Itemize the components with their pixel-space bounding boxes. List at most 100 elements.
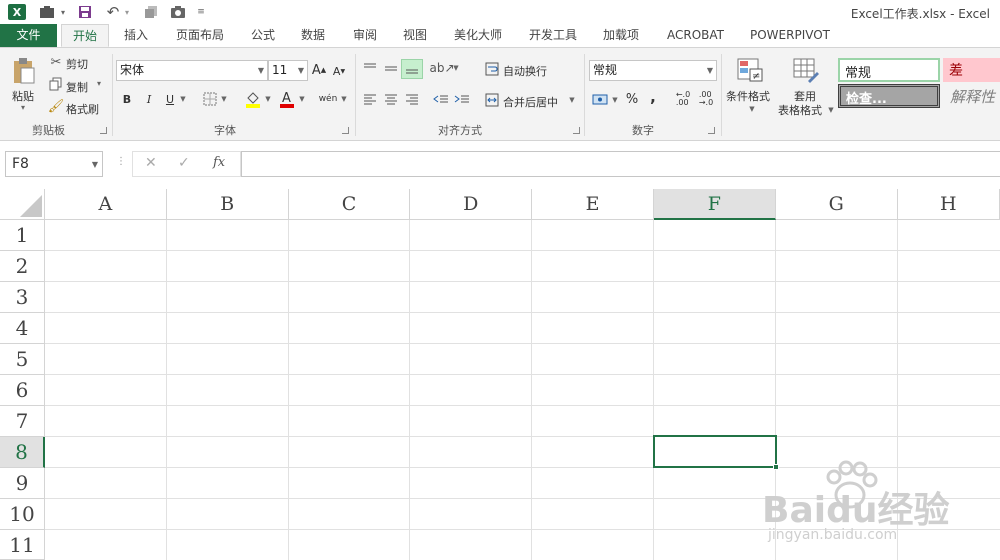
copy-icon[interactable] bbox=[48, 76, 64, 92]
touch-mode-dropdown-icon[interactable]: ▾ bbox=[58, 3, 68, 21]
number-launcher-icon[interactable] bbox=[708, 127, 715, 134]
tab-file[interactable]: 文件 bbox=[0, 24, 57, 47]
insert-function-icon[interactable]: fx bbox=[213, 155, 225, 170]
borders-icon[interactable] bbox=[202, 91, 218, 107]
column-header-e[interactable]: E bbox=[532, 189, 654, 220]
column-header-a[interactable]: A bbox=[45, 189, 167, 220]
scissors-icon[interactable]: ✂ bbox=[48, 54, 64, 70]
underline-button[interactable]: U bbox=[163, 91, 177, 107]
accounting-dropdown-icon[interactable]: ▼ bbox=[611, 94, 619, 106]
row-header-3[interactable]: 3 bbox=[0, 282, 45, 313]
save-icon[interactable] bbox=[76, 3, 94, 21]
camera-icon[interactable] bbox=[168, 3, 188, 21]
phonetic-dropdown-icon[interactable]: ▼ bbox=[340, 93, 348, 105]
align-middle-icon[interactable] bbox=[382, 60, 400, 76]
column-header-h[interactable]: H bbox=[897, 189, 1000, 220]
row-header-10[interactable]: 10 bbox=[0, 499, 45, 530]
customize-qat-icon[interactable]: ≡ bbox=[196, 3, 206, 21]
decrease-indent-icon[interactable] bbox=[432, 91, 450, 107]
borders-dropdown-icon[interactable]: ▼ bbox=[220, 93, 228, 105]
format-painter-icon[interactable]: 🖌 bbox=[48, 98, 65, 114]
bold-button[interactable]: B bbox=[120, 91, 134, 107]
tab-formulas[interactable]: 公式 bbox=[251, 24, 275, 47]
tab-data[interactable]: 数据 bbox=[301, 24, 325, 47]
clipboard-launcher-icon[interactable] bbox=[100, 127, 107, 134]
alignment-launcher-icon[interactable] bbox=[573, 127, 580, 134]
paste-dropdown-icon[interactable]: ▾ bbox=[21, 103, 25, 112]
row-header-1[interactable]: 1 bbox=[0, 220, 45, 251]
paste-label[interactable]: 粘贴 bbox=[12, 88, 34, 104]
font-size-combo[interactable]: 11 ▼ bbox=[268, 60, 308, 81]
increase-indent-icon[interactable] bbox=[453, 91, 471, 107]
format-as-table-icon[interactable] bbox=[791, 56, 821, 84]
format-as-table-line2[interactable]: 表格格式 bbox=[778, 102, 822, 118]
tab-developer[interactable]: 开发工具 bbox=[529, 24, 577, 47]
row-header-2[interactable]: 2 bbox=[0, 251, 45, 282]
copy-dropdown-icon[interactable]: ▾ bbox=[97, 79, 101, 88]
comma-button[interactable]: , bbox=[646, 88, 660, 106]
align-left-icon[interactable] bbox=[361, 91, 379, 107]
orientation-icon[interactable]: ab↗ bbox=[429, 60, 454, 76]
style-check-cell[interactable]: 检查... bbox=[838, 84, 940, 108]
tab-insert[interactable]: 插入 bbox=[124, 24, 148, 47]
conditional-formatting-button[interactable]: 条件格式 bbox=[726, 88, 770, 104]
accounting-format-icon[interactable] bbox=[591, 91, 609, 107]
increase-decimal-icon[interactable]: ←.0.00 bbox=[674, 90, 692, 108]
tab-view[interactable]: 视图 bbox=[403, 24, 427, 47]
wrap-text-button[interactable]: 自动换行 bbox=[503, 63, 547, 79]
undo-dropdown-icon[interactable]: ▾ bbox=[122, 3, 132, 21]
tab-page-layout[interactable]: 页面布局 bbox=[176, 24, 224, 47]
merge-dropdown-icon[interactable]: ▼ bbox=[568, 94, 576, 106]
row-header-6[interactable]: 6 bbox=[0, 375, 45, 406]
font-name-combo[interactable]: 宋体 ▼ bbox=[116, 60, 268, 81]
percent-button[interactable]: % bbox=[624, 91, 640, 107]
paste-icon[interactable] bbox=[10, 56, 38, 86]
tab-home[interactable]: 开始 bbox=[61, 24, 109, 47]
tab-powerpivot[interactable]: POWERPIVOT bbox=[750, 24, 830, 47]
copy-window-icon[interactable] bbox=[142, 3, 160, 21]
decrease-font-icon[interactable]: A ▼ bbox=[332, 64, 346, 78]
underline-dropdown-icon[interactable]: ▼ bbox=[179, 93, 187, 105]
style-explanatory[interactable]: 解释性 bbox=[946, 84, 1000, 108]
format-painter-button[interactable]: 格式刷 bbox=[66, 101, 99, 117]
italic-button[interactable]: I bbox=[142, 91, 156, 107]
orientation-dropdown-icon[interactable]: ▼ bbox=[452, 62, 460, 74]
wrap-text-icon[interactable] bbox=[484, 61, 500, 77]
cut-button[interactable]: 剪切 bbox=[66, 56, 88, 72]
name-box[interactable]: F8 ▼ bbox=[5, 151, 103, 177]
tab-addins[interactable]: 加载项 bbox=[603, 24, 639, 47]
row-header-11[interactable]: 11 bbox=[0, 530, 45, 560]
tab-review[interactable]: 审阅 bbox=[353, 24, 377, 47]
row-header-7[interactable]: 7 bbox=[0, 406, 45, 437]
number-format-combo[interactable]: 常规 ▼ bbox=[589, 60, 717, 81]
tab-beautify-master[interactable]: 美化大师 bbox=[454, 24, 502, 47]
font-launcher-icon[interactable] bbox=[342, 127, 349, 134]
merge-center-icon[interactable] bbox=[484, 92, 500, 108]
align-center-icon[interactable] bbox=[382, 91, 400, 107]
style-normal[interactable]: 常规 bbox=[838, 58, 940, 82]
column-header-g[interactable]: G bbox=[775, 189, 898, 220]
align-bottom-icon[interactable] bbox=[401, 59, 423, 79]
fill-color-icon[interactable] bbox=[244, 89, 262, 109]
enter-icon[interactable]: ✓ bbox=[178, 155, 190, 171]
format-as-table-dropdown-icon[interactable]: ▼ bbox=[827, 104, 835, 116]
increase-font-icon[interactable]: A ▲ bbox=[312, 62, 326, 78]
column-header-d[interactable]: D bbox=[410, 189, 533, 220]
conditional-formatting-icon[interactable]: ≠ bbox=[735, 56, 765, 84]
formula-input[interactable] bbox=[241, 151, 1000, 177]
row-header-9[interactable]: 9 bbox=[0, 468, 45, 499]
style-bad[interactable]: 差 bbox=[943, 58, 1000, 82]
phonetic-guide-icon[interactable]: wén bbox=[318, 89, 338, 109]
copy-button[interactable]: 复制 bbox=[66, 79, 88, 95]
conditional-dropdown-icon[interactable]: ▼ bbox=[748, 103, 756, 115]
column-header-b[interactable]: B bbox=[166, 189, 289, 220]
row-header-5[interactable]: 5 bbox=[0, 344, 45, 375]
align-right-icon[interactable] bbox=[403, 91, 421, 107]
touch-mode-icon[interactable] bbox=[36, 3, 58, 21]
cancel-icon[interactable]: ✕ bbox=[145, 155, 157, 171]
row-header-4[interactable]: 4 bbox=[0, 313, 45, 344]
undo-icon[interactable]: ↶ bbox=[104, 3, 122, 21]
column-header-f[interactable]: F bbox=[654, 189, 776, 220]
merge-center-button[interactable]: 合并后居中 bbox=[503, 94, 558, 110]
align-top-icon[interactable] bbox=[361, 60, 379, 76]
